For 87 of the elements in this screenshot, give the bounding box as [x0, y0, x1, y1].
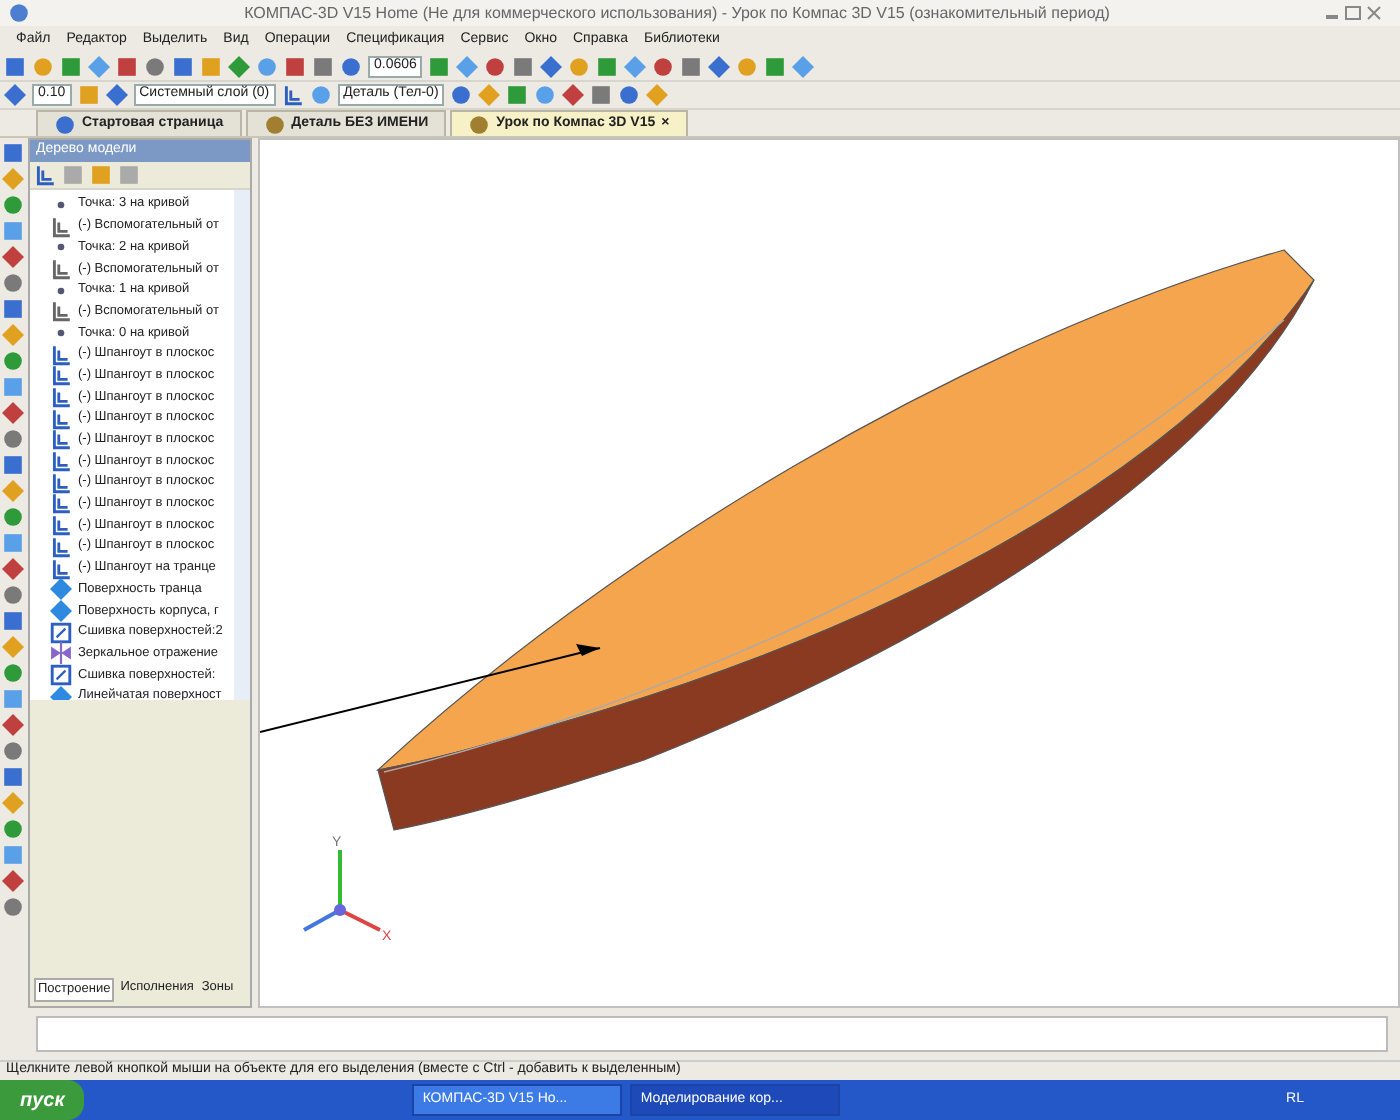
toolbar-icon[interactable] — [540, 56, 563, 78]
toolbar-icon[interactable] — [2, 844, 24, 866]
sketch-icon — [50, 428, 72, 451]
toolbar-icon[interactable] — [88, 56, 110, 78]
surface-icon — [50, 599, 72, 622]
toolbar-icon[interactable] — [2, 714, 24, 736]
toolbar-icon[interactable] — [562, 84, 585, 106]
scrollbar[interactable] — [234, 190, 250, 700]
toolbar-icon[interactable] — [2, 818, 24, 840]
toolbar-icon[interactable] — [2, 610, 24, 632]
toolbar-icon[interactable] — [450, 84, 473, 106]
plane-icon — [50, 300, 72, 323]
toolbar-icon[interactable] — [534, 84, 557, 106]
toolbar-icon[interactable] — [105, 84, 128, 106]
toolbar-icon[interactable] — [116, 56, 138, 78]
toolbar-icon[interactable] — [2, 376, 24, 398]
toolbar-icon[interactable] — [624, 56, 647, 78]
sketch-icon — [50, 343, 72, 366]
toolbar-icon[interactable] — [2, 662, 24, 684]
tab-icon — [54, 113, 76, 135]
toolbar-icon[interactable] — [172, 56, 194, 78]
toolbar-icon[interactable] — [2, 870, 24, 892]
toolbar-icon[interactable] — [284, 56, 306, 78]
sketch-icon — [50, 535, 72, 558]
toolbar-icon[interactable] — [764, 56, 787, 78]
window-controls-icon[interactable] — [1324, 2, 1384, 24]
start-button[interactable]: пуск — [0, 1080, 85, 1120]
toolbar-icon[interactable] — [484, 56, 507, 78]
toolbar-icon[interactable] — [618, 84, 641, 106]
toolbar-icon[interactable] — [2, 350, 24, 372]
axis-triad-icon — [303, 850, 381, 932]
sketch-icon — [50, 471, 72, 494]
toolbar-icon[interactable] — [2, 428, 24, 450]
toolbar-icon[interactable] — [2, 142, 24, 164]
sketch-icon — [50, 386, 72, 409]
toolbar-icon[interactable] — [60, 56, 82, 78]
toolbar-icon[interactable] — [4, 84, 26, 106]
toolbar-icon[interactable] — [2, 220, 24, 242]
toolbar-icon[interactable] — [340, 56, 362, 78]
toolbar-icon[interactable] — [312, 56, 334, 78]
tab-icon — [468, 113, 491, 135]
toolbar-icon[interactable] — [2, 506, 24, 528]
toolbar-icon[interactable] — [2, 246, 24, 268]
toolbar-icon[interactable] — [2, 896, 24, 918]
toolbar-icon[interactable] — [2, 688, 24, 710]
sketch-icon — [50, 407, 72, 430]
app-icon — [8, 2, 30, 24]
toolbar-icon[interactable] — [680, 56, 703, 78]
toolbar-icon[interactable] — [428, 56, 451, 78]
toolbar-icon[interactable] — [144, 56, 166, 78]
sketch-icon — [50, 514, 72, 537]
toolbar-icon[interactable] — [34, 164, 56, 186]
toolbar-icon[interactable] — [2, 532, 24, 554]
toolbar-icon[interactable] — [2, 194, 24, 216]
sketch-icon — [50, 492, 72, 515]
toolbar-icon[interactable] — [2, 298, 24, 320]
plane-icon — [50, 257, 72, 280]
toolbar-icon[interactable] — [309, 84, 332, 106]
toolbar-icon[interactable] — [2, 402, 24, 424]
toolbar-icon[interactable] — [4, 56, 26, 78]
toolbar-icon[interactable] — [652, 56, 675, 78]
toolbar-icon[interactable] — [2, 272, 24, 294]
plane-icon — [50, 215, 72, 238]
toolbar-icon[interactable] — [708, 56, 731, 78]
toolbar-icon[interactable] — [2, 740, 24, 762]
toolbar-icon[interactable] — [792, 56, 815, 78]
sketch-icon — [50, 557, 72, 580]
toolbar-icon[interactable] — [590, 84, 613, 106]
stitch-icon — [50, 621, 72, 644]
toolbar-icon[interactable] — [228, 56, 250, 78]
toolbar-icon[interactable] — [512, 56, 535, 78]
sketch-icon — [50, 364, 72, 387]
mirror-icon — [50, 642, 72, 665]
toolbar-icon[interactable] — [596, 56, 619, 78]
toolbar-icon[interactable] — [506, 84, 529, 106]
toolbar-icon[interactable] — [2, 558, 24, 580]
window-title: КОМПАС-3D V15 Home (Не для коммерческого использования) - Урок по Компас 3D V15 (ознакомительный период) — [242, 1, 1112, 25]
sketch-icon — [50, 450, 72, 473]
toolbar-icon[interactable] — [2, 584, 24, 606]
toolbar-icon[interactable] — [2, 766, 24, 788]
surface-icon — [50, 578, 72, 601]
toolbar-icon[interactable] — [2, 454, 24, 476]
toolbar-icon[interactable] — [281, 84, 304, 106]
tab-icon — [263, 113, 286, 135]
toolbar-icon[interactable] — [256, 56, 278, 78]
toolbar-icon[interactable] — [456, 56, 479, 78]
stitch-icon — [50, 663, 72, 686]
